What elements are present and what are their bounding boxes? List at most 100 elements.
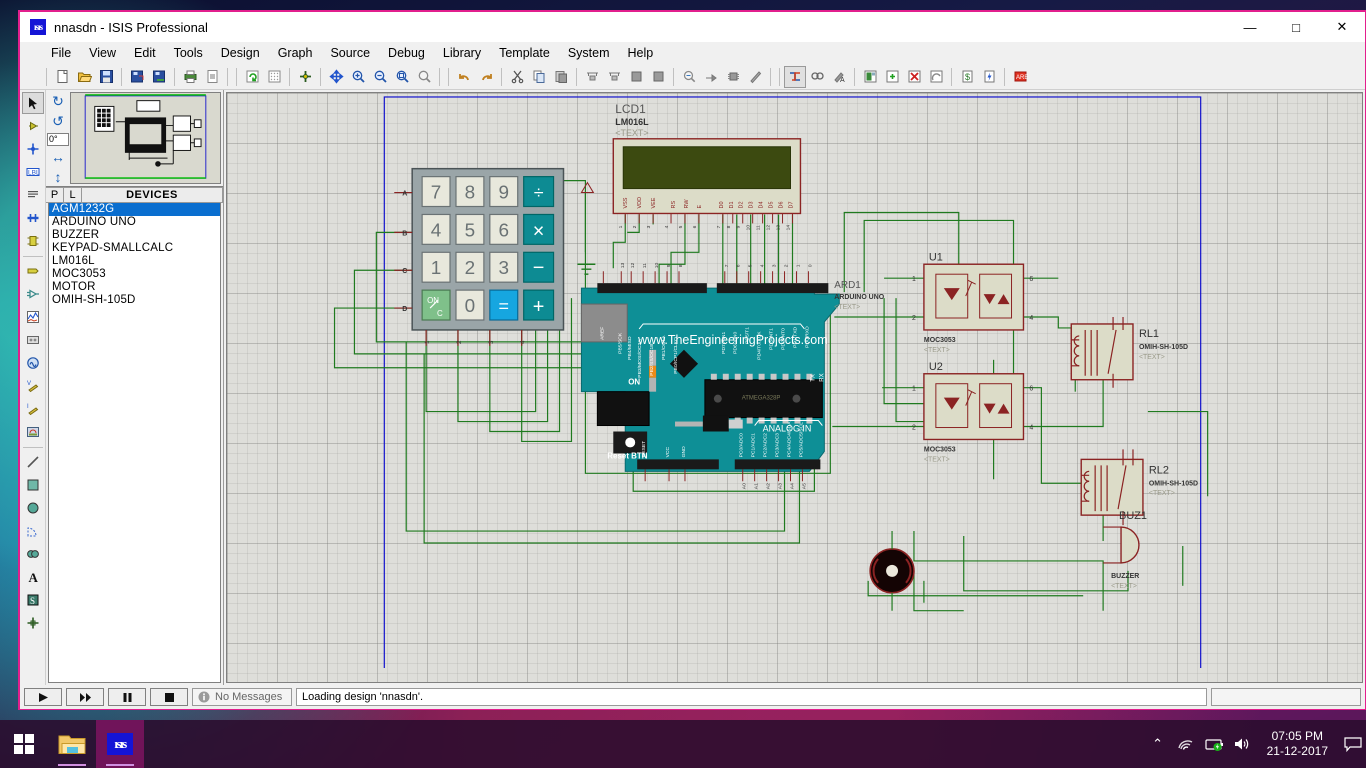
show-hidden-icons-button[interactable]: ⌃: [1149, 735, 1167, 753]
simulation-stop-button[interactable]: [150, 688, 188, 706]
devices-list[interactable]: AGM1232G ARDUINO UNO BUZZER KEYPAD-SMALL…: [48, 203, 221, 683]
devices-column-l[interactable]: L: [64, 187, 82, 203]
save-file-icon[interactable]: [95, 66, 117, 88]
electrical-rule-check-icon[interactable]: [978, 66, 1000, 88]
menu-graph[interactable]: Graph: [269, 44, 322, 62]
menu-library[interactable]: Library: [434, 44, 490, 62]
selection-mode-icon[interactable]: [22, 92, 44, 114]
optocoupler-u2[interactable]: U2 MOC3053 <TEXT> 12 64: [912, 361, 1033, 464]
list-item[interactable]: BUZZER: [49, 229, 220, 242]
motor-component[interactable]: [870, 531, 914, 611]
minimize-button[interactable]: —: [1227, 12, 1273, 42]
battery-icon[interactable]: [1205, 735, 1223, 753]
list-item[interactable]: MOTOR: [49, 281, 220, 294]
list-item[interactable]: LM016L: [49, 255, 220, 268]
print-icon[interactable]: [179, 66, 201, 88]
keypad-component[interactable]: AB CD 1 2 3 4 7 8 9: [394, 169, 563, 346]
graph-mode-icon[interactable]: [22, 306, 44, 328]
menu-design[interactable]: Design: [212, 44, 269, 62]
volume-icon[interactable]: [1233, 735, 1251, 753]
symbol-tool-icon[interactable]: S: [22, 589, 44, 611]
decompose-icon[interactable]: [744, 66, 766, 88]
circle-tool-icon[interactable]: [22, 497, 44, 519]
menu-help[interactable]: Help: [619, 44, 663, 62]
menu-debug[interactable]: Debug: [379, 44, 434, 62]
notification-icon[interactable]: [1344, 735, 1362, 753]
schematic-canvas[interactable]: LCD1 LM016L <TEXT> VSS VDD VEE RS RW E D…: [226, 92, 1363, 683]
rotate-counterclockwise-button[interactable]: ↺: [48, 113, 68, 131]
buzzer-component[interactable]: BUZ1 BUZZER <TEXT>: [1103, 510, 1147, 590]
device-pins-icon[interactable]: [22, 283, 44, 305]
mirror-vertical-button[interactable]: ↕: [48, 168, 68, 186]
close-button[interactable]: ✕: [1319, 12, 1365, 42]
remove-sheet-icon[interactable]: [903, 66, 925, 88]
text-tool-icon[interactable]: A: [22, 566, 44, 588]
arc-tool-icon[interactable]: [22, 520, 44, 542]
open-file-icon[interactable]: [73, 66, 95, 88]
make-device-icon[interactable]: [700, 66, 722, 88]
mirror-horizontal-button[interactable]: ↔: [48, 148, 68, 166]
list-item[interactable]: KEYPAD-SMALLCALC: [49, 242, 220, 255]
devices-column-p[interactable]: P: [46, 187, 64, 203]
terminals-mode-icon[interactable]: [22, 260, 44, 282]
virtual-instrument-icon[interactable]: [22, 421, 44, 443]
optocoupler-u1[interactable]: U1 MOC3053 <TEXT> 12 64: [912, 251, 1033, 354]
menu-edit[interactable]: Edit: [125, 44, 165, 62]
overview-preview[interactable]: [70, 92, 221, 184]
simulation-pause-button[interactable]: [108, 688, 146, 706]
simulation-play-button[interactable]: [24, 688, 62, 706]
simulation-step-button[interactable]: [66, 688, 104, 706]
marker-tool-icon[interactable]: [22, 612, 44, 634]
list-item[interactable]: MOC3053: [49, 268, 220, 281]
subcircuit-icon[interactable]: [22, 230, 44, 252]
undo-icon[interactable]: [453, 66, 475, 88]
cut-icon[interactable]: [506, 66, 528, 88]
menu-tools[interactable]: Tools: [165, 44, 212, 62]
design-explorer-icon[interactable]: [859, 66, 881, 88]
menu-system[interactable]: System: [559, 44, 619, 62]
menu-view[interactable]: View: [80, 44, 125, 62]
voltage-probe-icon[interactable]: V: [22, 375, 44, 397]
rotation-angle-field[interactable]: 0°: [47, 133, 69, 147]
redo-icon[interactable]: [475, 66, 497, 88]
list-item[interactable]: OMIH-SH-105D: [49, 294, 220, 307]
list-item[interactable]: AGM1232G: [49, 203, 220, 216]
block-move-icon[interactable]: [603, 66, 625, 88]
bus-mode-icon[interactable]: [22, 207, 44, 229]
list-item[interactable]: ARDUINO UNO: [49, 216, 220, 229]
path-tool-icon[interactable]: [22, 543, 44, 565]
block-rotate-icon[interactable]: [625, 66, 647, 88]
search-tag-icon[interactable]: [806, 66, 828, 88]
line-tool-icon[interactable]: [22, 451, 44, 473]
pan-icon[interactable]: [325, 66, 347, 88]
zoom-area-icon[interactable]: [391, 66, 413, 88]
lcd-component[interactable]: LCD1 LM016L <TEXT> VSS VDD VEE RS RW E D…: [613, 102, 800, 230]
print-area-icon[interactable]: [201, 66, 223, 88]
rotate-clockwise-button[interactable]: ↻: [48, 93, 68, 111]
arduino-component[interactable]: ATMEGA328P www.TheEngineeringProjects.co…: [581, 262, 884, 489]
menu-file[interactable]: File: [42, 44, 80, 62]
junction-dot-icon[interactable]: [22, 138, 44, 160]
current-probe-icon[interactable]: I: [22, 398, 44, 420]
zoom-out-icon[interactable]: [369, 66, 391, 88]
wire-autorouter-icon[interactable]: [784, 66, 806, 88]
exit-sheet-icon[interactable]: [925, 66, 947, 88]
wifi-icon[interactable]: [1177, 735, 1195, 753]
menu-source[interactable]: Source: [321, 44, 379, 62]
box-tool-icon[interactable]: [22, 474, 44, 496]
block-copy-icon[interactable]: [581, 66, 603, 88]
block-delete-icon[interactable]: [647, 66, 669, 88]
zoom-in-icon[interactable]: [347, 66, 369, 88]
new-sheet-icon[interactable]: [881, 66, 903, 88]
packaging-icon[interactable]: [722, 66, 744, 88]
menu-template[interactable]: Template: [490, 44, 559, 62]
property-assignment-icon[interactable]: A: [828, 66, 850, 88]
ares-icon[interactable]: ARES: [1009, 66, 1031, 88]
start-button[interactable]: [0, 720, 48, 768]
new-file-icon[interactable]: [51, 66, 73, 88]
taskbar-item-isis[interactable]: ısıs: [96, 720, 144, 768]
toggle-grid-icon[interactable]: [263, 66, 285, 88]
paste-icon[interactable]: [550, 66, 572, 88]
generator-mode-icon[interactable]: [22, 352, 44, 374]
export-section-icon[interactable]: [148, 66, 170, 88]
